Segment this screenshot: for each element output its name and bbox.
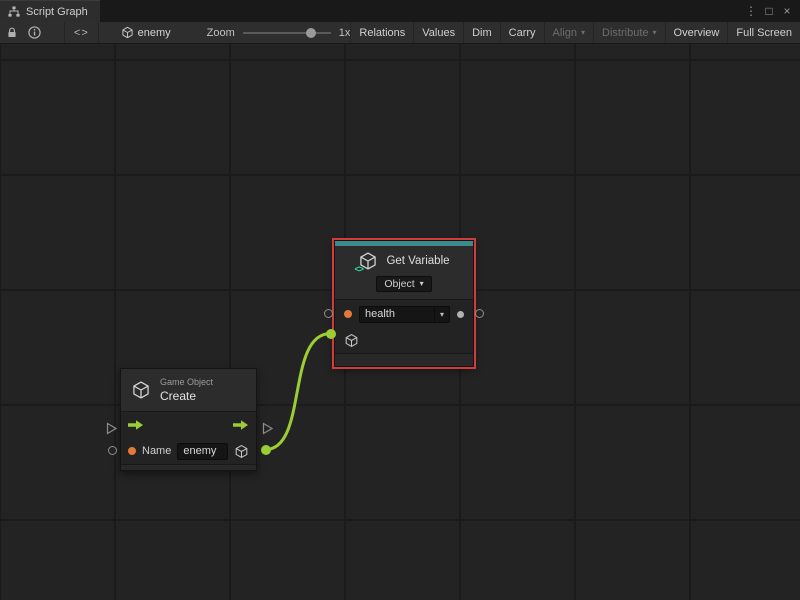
node-footer [335, 353, 473, 366]
code-badge-icon: <> [354, 264, 363, 274]
code-button[interactable]: <> [65, 22, 98, 43]
toolbar-separator [98, 22, 99, 43]
zoom-label: Zoom [207, 27, 235, 39]
name-input-port[interactable] [324, 309, 333, 318]
values-button[interactable]: Values [413, 22, 463, 43]
gameobject-cube-icon [344, 333, 359, 348]
tab-label: Script Graph [26, 6, 88, 18]
graph-canvas[interactable]: <> Get Variable Object ▾ health ▾ [0, 44, 800, 600]
zoom-control: Zoom 1x [207, 22, 351, 43]
variable-name-field[interactable]: health ▾ [359, 306, 450, 323]
flow-output-port[interactable] [262, 422, 274, 435]
graph-icon [8, 6, 20, 18]
object-input-port[interactable] [326, 329, 336, 339]
chevron-down-icon: ▾ [581, 29, 585, 37]
align-dropdown-button[interactable]: Align ▾ [544, 22, 593, 43]
zoom-slider-handle[interactable] [306, 28, 316, 38]
connection-edge[interactable] [266, 334, 331, 450]
overview-button[interactable]: Overview [665, 22, 728, 43]
info-button[interactable] [23, 22, 46, 43]
value-input-dot [128, 447, 136, 455]
object-input-row [335, 328, 473, 353]
variable-scope-dropdown[interactable]: Object ▾ [376, 276, 431, 292]
cube-icon [121, 26, 134, 39]
result-cube-icon [234, 444, 249, 459]
node-create[interactable]: Game Object Create Name enemy [120, 368, 257, 471]
chevron-down-icon: ▾ [653, 29, 657, 37]
node-title: Get Variable [386, 255, 449, 267]
node-category: Game Object [160, 377, 213, 387]
param-label: Name [142, 445, 171, 457]
tab-script-graph[interactable]: Script Graph [0, 0, 100, 22]
gameobject-cube-icon [131, 380, 151, 400]
name-input-field[interactable]: enemy [177, 443, 228, 460]
zoom-value: 1x [339, 27, 351, 39]
fullscreen-button[interactable]: Full Screen [727, 22, 800, 43]
zoom-slider-track [243, 32, 331, 34]
variable-cube-icon: <> [358, 251, 378, 271]
flow-in-arrow-icon [128, 419, 144, 431]
variable-name-row: health ▾ [335, 300, 473, 328]
flow-row [121, 412, 256, 438]
flow-out-arrow-icon [233, 419, 249, 431]
zoom-slider[interactable] [243, 22, 331, 43]
name-input-port[interactable] [108, 446, 117, 455]
value-output-dot [457, 311, 464, 318]
close-icon[interactable]: × [778, 0, 796, 22]
chevron-down-icon: ▾ [420, 280, 424, 288]
graph-toolbar: <> enemy Zoom 1x Relations Values Dim C [0, 22, 800, 44]
window-menu-icon[interactable]: ⋮ [742, 0, 760, 22]
value-output-port[interactable] [475, 309, 484, 318]
maximize-icon[interactable]: □ [760, 0, 778, 22]
result-output-port[interactable] [261, 445, 271, 455]
toolbar-button-group: Relations Values Dim Carry Align ▾ Distr… [350, 22, 800, 43]
variable-name-dropdown[interactable]: ▾ [434, 307, 449, 322]
node-header: <> Get Variable Object ▾ [335, 246, 473, 299]
graph-object-name: enemy [138, 27, 171, 39]
window-controls: ⋮ □ × [742, 0, 800, 22]
titlebar: Script Graph ⋮ □ × [0, 0, 800, 22]
distribute-dropdown-button[interactable]: Distribute ▾ [593, 22, 664, 43]
value-input-dot [344, 310, 352, 318]
node-footer [121, 464, 256, 470]
graph-object-field[interactable]: enemy [113, 22, 179, 43]
node-header: Game Object Create [121, 369, 256, 411]
lock-button[interactable] [0, 22, 23, 43]
relations-button[interactable]: Relations [350, 22, 413, 43]
code-icon: <> [74, 27, 89, 39]
unity-script-graph-window: { "titlebar": { "tab": "Script Graph", "… [0, 0, 800, 600]
node-get-variable[interactable]: <> Get Variable Object ▾ health ▾ [334, 240, 474, 367]
lock-icon [6, 27, 18, 39]
info-icon [28, 26, 41, 39]
flow-input-port[interactable] [106, 422, 118, 435]
node-title: Create [160, 389, 213, 403]
name-param-row: Name enemy [121, 438, 256, 464]
dim-button[interactable]: Dim [463, 22, 500, 43]
carry-button[interactable]: Carry [500, 22, 544, 43]
